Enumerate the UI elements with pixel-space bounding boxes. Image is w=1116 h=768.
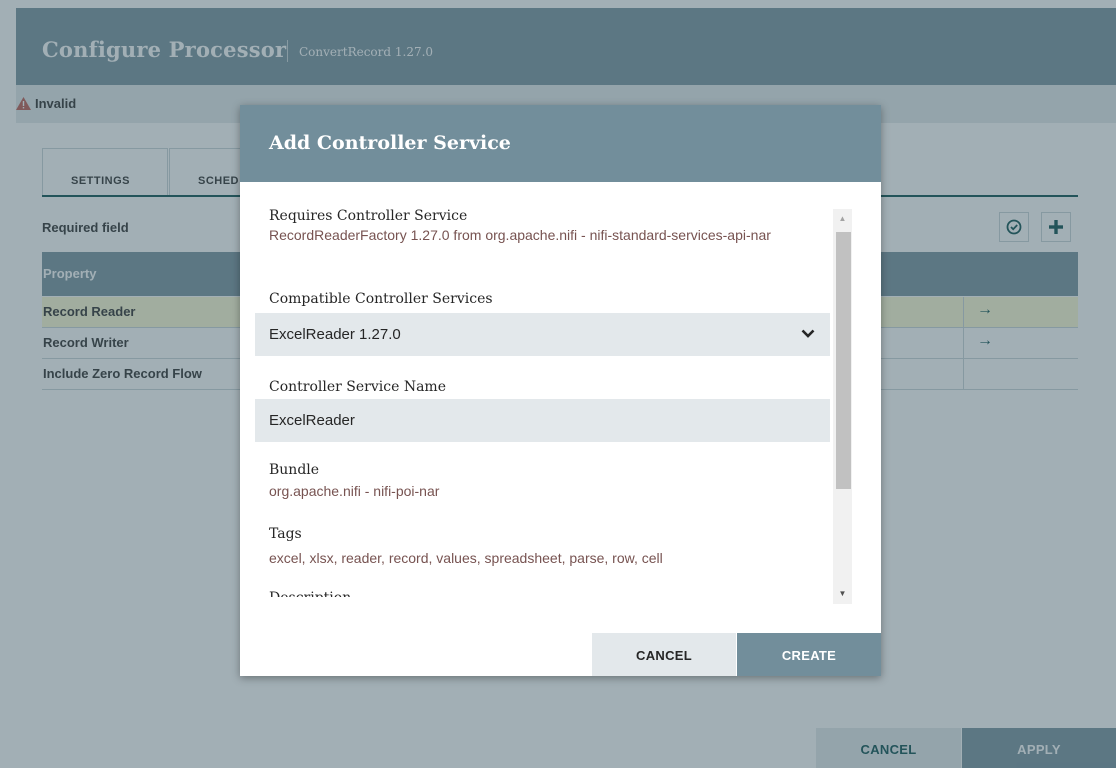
scrollbar[interactable]: ▲ ▼ (833, 209, 852, 604)
scroll-down-icon[interactable]: ▼ (833, 584, 852, 604)
tags-label: Tags (269, 526, 302, 542)
chevron-down-icon (801, 329, 815, 338)
service-name-input[interactable] (255, 399, 830, 442)
add-controller-service-dialog: Add Controller Service Requires Controll… (240, 105, 881, 676)
dialog-title: Add Controller Service (269, 132, 511, 154)
create-button-label: CREATE (781, 648, 837, 663)
service-name-label: Controller Service Name (269, 379, 446, 395)
tags-value: excel, xlsx, reader, record, values, spr… (269, 550, 663, 566)
scroll-up-icon[interactable]: ▲ (833, 209, 852, 229)
cancel-button[interactable]: CANCEL (592, 633, 736, 676)
create-button[interactable]: CREATE (737, 633, 881, 676)
scrollbar-thumb[interactable] (836, 232, 851, 489)
dialog-header: Add Controller Service (240, 105, 881, 182)
requires-service-label: Requires Controller Service (269, 208, 468, 224)
requires-service-value: RecordReaderFactory 1.27.0 from org.apac… (269, 227, 771, 243)
compatible-services-selected: ExcelReader 1.27.0 (269, 326, 401, 343)
bundle-label: Bundle (269, 462, 320, 478)
content-clip (240, 597, 840, 627)
compatible-services-label: Compatible Controller Services (269, 291, 493, 307)
bundle-value: org.apache.nifi - nifi-poi-nar (269, 483, 440, 499)
compatible-services-select[interactable]: ExcelReader 1.27.0 (255, 313, 830, 356)
cancel-button-label: CANCEL (636, 648, 692, 663)
